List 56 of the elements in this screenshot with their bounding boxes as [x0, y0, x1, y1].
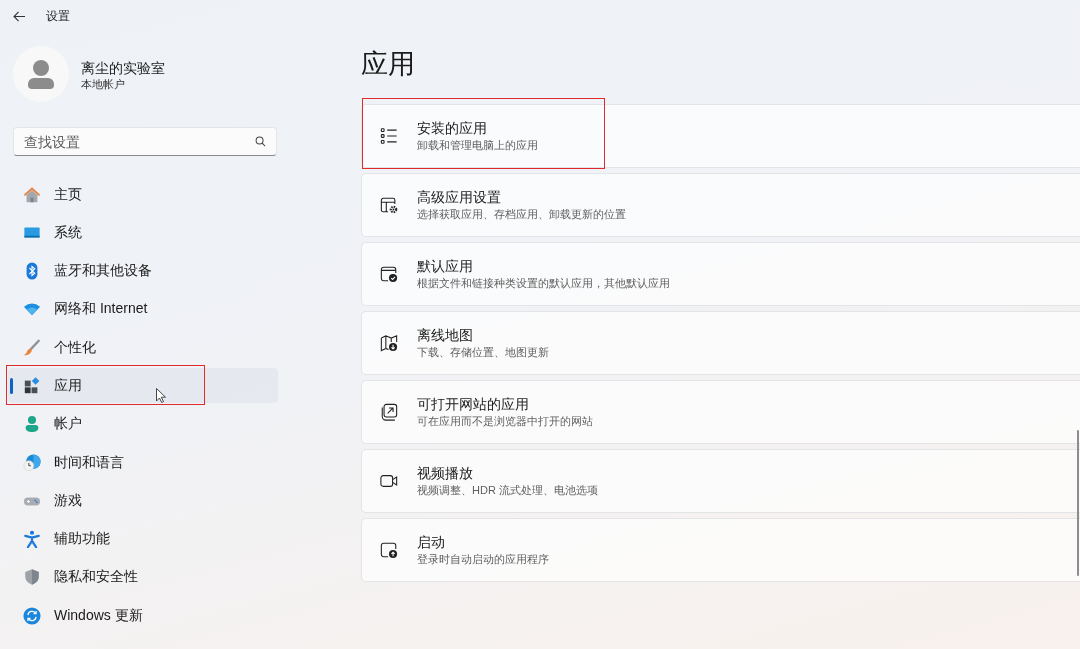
card-description: 根据文件和链接种类设置的默认应用，其他默认应用 — [417, 276, 670, 291]
settings-card[interactable]: 可打开网站的应用 可在应用而不是浏览器中打开的网站 — [361, 380, 1080, 444]
search-icon[interactable] — [255, 136, 266, 147]
card-title: 启动 — [417, 533, 446, 551]
card-title: 可打开网站的应用 — [417, 395, 530, 413]
card-description: 登录时自动启动的应用程序 — [417, 552, 549, 567]
settings-card[interactable]: 视频播放 视频调整、HDR 流式处理、电池选项 — [361, 449, 1080, 513]
shield-icon — [23, 568, 41, 587]
card-title: 默认应用 — [417, 257, 474, 275]
window-title: 设置 — [46, 7, 70, 25]
window-gear-icon — [380, 196, 398, 214]
settings-card[interactable]: 启动 登录时自动启动的应用程序 — [361, 518, 1080, 582]
sidebar-item[interactable]: 应用 — [8, 368, 278, 404]
sidebar-item[interactable]: 个性化 — [8, 330, 278, 366]
sidebar-item[interactable]: 主页 — [8, 177, 278, 212]
sync-icon — [23, 606, 41, 625]
card-description: 视频调整、HDR 流式处理、电池选项 — [417, 483, 598, 498]
sidebar-item[interactable]: 帐户 — [8, 406, 278, 442]
sidebar-item[interactable]: 游戏 — [8, 483, 278, 519]
sidebar-item[interactable]: 时间和语言 — [8, 445, 278, 481]
card-title: 安装的应用 — [417, 119, 488, 137]
person-icon — [23, 415, 41, 434]
card-title: 离线地图 — [417, 326, 474, 344]
sidebar-item[interactable]: Windows 更新 — [8, 598, 278, 634]
back-icon[interactable] — [13, 10, 26, 22]
settings-card[interactable]: 默认应用 根据文件和链接种类设置的默认应用，其他默认应用 — [361, 242, 1080, 306]
apps-icon — [23, 377, 41, 395]
window-check-icon — [380, 265, 398, 283]
card-description: 卸载和管理电脑上的应用 — [417, 138, 538, 153]
home-icon — [23, 185, 41, 204]
settings-card[interactable]: 离线地图 下载、存储位置、地图更新 — [361, 311, 1080, 375]
card-title: 视频播放 — [417, 464, 474, 482]
accessibility-icon — [23, 530, 41, 549]
account-type: 本地帐户 — [81, 76, 126, 92]
video-camera-icon — [380, 472, 398, 490]
window-arrow-icon — [380, 403, 398, 421]
sidebar-item[interactable]: 辅助功能 — [8, 521, 278, 557]
search-field[interactable]: 查找设置 — [13, 127, 277, 156]
card-title: 高级应用设置 — [417, 188, 502, 206]
page-title: 应用 — [361, 48, 416, 81]
paintbrush-icon — [23, 338, 41, 357]
sidebar-item[interactable]: 蓝牙和其他设备 — [8, 253, 278, 289]
card-description: 可在应用而不是浏览器中打开的网站 — [417, 414, 593, 429]
scrollbar[interactable] — [1077, 430, 1079, 576]
sidebar-item[interactable]: 系统 — [8, 215, 278, 251]
map-download-icon — [380, 334, 398, 352]
window-upload-icon — [380, 541, 398, 559]
sidebar-item[interactable]: 网络和 Internet — [8, 291, 278, 327]
list-icon — [380, 127, 398, 145]
globe-clock-icon — [23, 453, 41, 472]
account-name: 离尘的实验室 — [81, 58, 165, 77]
sidebar-item[interactable]: 隐私和安全性 — [8, 559, 278, 595]
avatar-icon — [13, 46, 69, 102]
card-description: 选择获取应用、存档应用、卸载更新的位置 — [417, 207, 626, 222]
settings-card[interactable]: 高级应用设置 选择获取应用、存档应用、卸载更新的位置 — [361, 173, 1080, 237]
card-description: 下载、存储位置、地图更新 — [417, 345, 549, 360]
